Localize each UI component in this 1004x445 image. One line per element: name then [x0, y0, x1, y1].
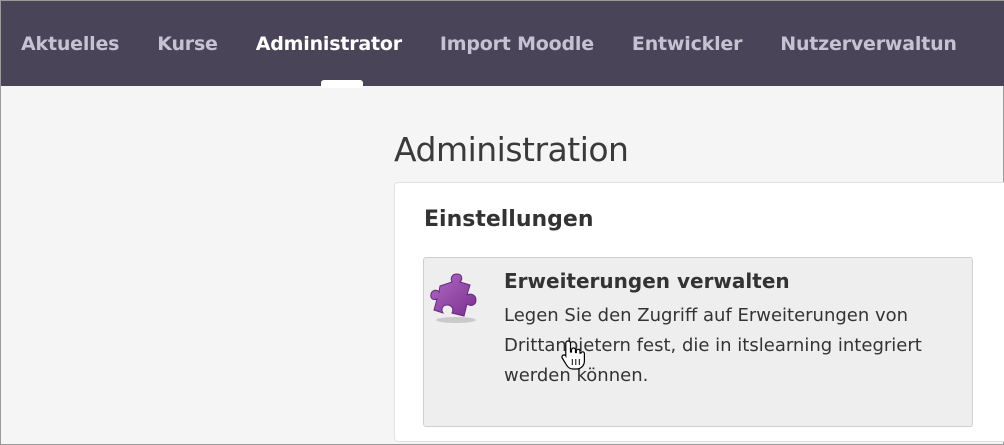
puzzle-piece-icon — [430, 272, 482, 324]
manage-extensions-card[interactable]: Erweiterungen verwalten Legen Sie den Zu… — [423, 257, 973, 427]
nav-item-nutzerverwaltung[interactable]: Nutzerverwaltun — [780, 33, 957, 55]
nav-item-administrator[interactable]: Administrator — [256, 33, 402, 55]
page-title: Administration — [394, 130, 629, 170]
settings-panel-title: Einstellungen — [424, 207, 594, 232]
nav-item-entwickler[interactable]: Entwickler — [632, 33, 743, 55]
manage-extensions-title: Erweiterungen verwalten — [504, 269, 790, 293]
nav-item-aktuelles[interactable]: Aktuelles — [21, 33, 119, 55]
top-navigation: Aktuelles Kurse Administrator Import Moo… — [1, 1, 1004, 86]
manage-extensions-description: Legen Sie den Zugriff auf Erweiterungen … — [504, 305, 922, 386]
active-tab-indicator — [321, 80, 363, 88]
nav-item-import-moodle[interactable]: Import Moodle — [440, 33, 594, 55]
nav-item-kurse[interactable]: Kurse — [157, 33, 218, 55]
settings-panel: Einstellungen Erweiterungen verwalten Le… — [394, 182, 1004, 442]
